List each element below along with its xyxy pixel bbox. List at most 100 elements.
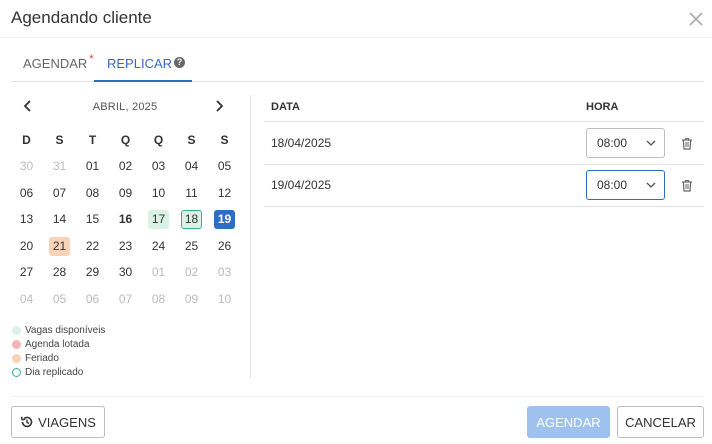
- calendar-day-number: 10: [151, 185, 166, 200]
- chevron-right-icon[interactable]: [212, 99, 226, 113]
- calendar-day[interactable]: 03: [142, 157, 175, 176]
- tab-bar: AGENDAR * REPLICAR?: [11, 44, 704, 82]
- weekday-label: T: [88, 133, 97, 148]
- trash-icon[interactable]: [681, 179, 693, 192]
- calendar-day[interactable]: 28: [43, 263, 76, 282]
- legend-item: Agenda lotada: [12, 337, 242, 351]
- legend-label: Feriado: [25, 352, 59, 364]
- calendar-day[interactable]: 27: [10, 263, 43, 282]
- weekday-label: S: [220, 133, 229, 148]
- calendar-day[interactable]: 26: [208, 237, 241, 256]
- calendar-day[interactable]: 01: [76, 157, 109, 176]
- required-marker: *: [89, 53, 94, 65]
- calendar-day[interactable]: 19: [208, 210, 241, 230]
- legend-dot-icon: [12, 325, 21, 335]
- weekday-label: S: [55, 133, 64, 148]
- calendar-day-number: 10: [217, 291, 232, 306]
- calendar-day[interactable]: 06: [76, 290, 109, 309]
- hour-select[interactable]: 08:00: [586, 170, 665, 200]
- calendar-day-number: 30: [118, 265, 133, 280]
- calendar-day-number: 01: [85, 159, 100, 174]
- calendar-day-number: 09: [118, 185, 133, 200]
- calendar-day[interactable]: 09: [175, 290, 208, 309]
- chevron-left-icon[interactable]: [21, 99, 35, 113]
- calendar-day-number: 25: [184, 238, 199, 253]
- calendar-day[interactable]: 23: [109, 237, 142, 256]
- legend-item: Dia replicado: [12, 365, 242, 379]
- tab-agendar-label: AGENDAR: [23, 56, 88, 71]
- calendar-day[interactable]: 09: [109, 184, 142, 203]
- calendar-day-number: 28: [52, 265, 67, 280]
- calendar-day-number: 29: [85, 265, 100, 280]
- calendar-day[interactable]: 12: [208, 184, 241, 203]
- calendar-day[interactable]: 20: [10, 237, 43, 256]
- calendar-day-number: 12: [217, 185, 232, 200]
- calendar-day-number: 02: [118, 159, 133, 174]
- calendar-day-number: 24: [151, 238, 166, 253]
- viagens-button-label: VIAGENS: [38, 414, 96, 430]
- calendar-day[interactable]: 03: [208, 263, 241, 282]
- calendar-day-number: 19: [214, 210, 235, 230]
- dialog-title: Agendando cliente: [11, 8, 152, 27]
- calendar-day[interactable]: 04: [175, 157, 208, 176]
- calendar-day[interactable]: 24: [142, 237, 175, 256]
- trash-icon[interactable]: [681, 137, 693, 150]
- calendar-day[interactable]: 14: [43, 210, 76, 229]
- calendar-day-number: 22: [85, 238, 100, 253]
- calendar-day[interactable]: 11: [175, 184, 208, 203]
- calendar-day[interactable]: 30: [109, 263, 142, 282]
- calendar-day[interactable]: 17: [142, 210, 175, 230]
- weekday-header-row: DSTQQSS: [10, 127, 242, 154]
- calendar-day[interactable]: 08: [76, 184, 109, 203]
- calendar-day-number: 31: [52, 159, 67, 174]
- agendar-button[interactable]: AGENDAR: [527, 406, 610, 438]
- calendar-day-number: 17: [148, 210, 169, 230]
- calendar-day[interactable]: 10: [208, 290, 241, 309]
- close-icon[interactable]: [686, 9, 706, 29]
- calendar-day-number: 18: [181, 210, 202, 230]
- calendar-day[interactable]: 01: [142, 263, 175, 282]
- calendar-day[interactable]: 02: [175, 263, 208, 282]
- calendar-day[interactable]: 04: [10, 290, 43, 309]
- hour-select[interactable]: 08:00: [586, 128, 665, 158]
- calendar-day[interactable]: 18: [175, 210, 208, 230]
- calendar-week-row: 20 21 22 23 24 25 26: [10, 233, 242, 260]
- legend-item: Feriado: [12, 351, 242, 365]
- calendar-day[interactable]: 05: [43, 290, 76, 309]
- calendar-day[interactable]: 07: [43, 184, 76, 203]
- calendar-day[interactable]: 13: [10, 210, 43, 229]
- calendar-day[interactable]: 10: [142, 184, 175, 203]
- calendar-day[interactable]: 06: [10, 184, 43, 203]
- calendar-day[interactable]: 22: [76, 237, 109, 256]
- calendar-day-number: 30: [19, 159, 34, 174]
- tab-replicar[interactable]: REPLICAR?: [94, 44, 192, 82]
- viagens-button[interactable]: VIAGENS: [11, 406, 105, 438]
- column-header-date: DATA: [271, 101, 300, 113]
- cancelar-button[interactable]: CANCELAR: [617, 406, 704, 438]
- tab-agendar[interactable]: AGENDAR *: [11, 44, 94, 82]
- chevron-down-icon: [646, 140, 656, 146]
- calendar-week-row: 30 31 01 02 03 04 05: [10, 154, 242, 181]
- calendar-day-number: 20: [19, 238, 34, 253]
- calendar-day[interactable]: 05: [208, 157, 241, 176]
- calendar-day[interactable]: 25: [175, 237, 208, 256]
- calendar-month-label: ABRIL, 2025: [92, 101, 158, 113]
- help-icon[interactable]: ?: [174, 57, 186, 68]
- vertical-divider: [250, 95, 251, 379]
- calendar-day-number: 15: [85, 212, 100, 227]
- calendar-day-number: 02: [184, 265, 199, 280]
- calendar-day[interactable]: 02: [109, 157, 142, 176]
- calendar-grid: D S T Q Q S S 30 31 01 02 03 04 05 06 07 08 09 10 11 12 13 14 1…: [10, 127, 242, 313]
- calendar-day-number: 13: [19, 212, 34, 227]
- calendar-day-number: 06: [85, 291, 100, 306]
- calendar-day[interactable]: 31: [43, 157, 76, 176]
- calendar-day[interactable]: 29: [76, 263, 109, 282]
- calendar-day[interactable]: 15: [76, 210, 109, 229]
- history-icon: [20, 416, 33, 428]
- calendar-day[interactable]: 07: [109, 290, 142, 309]
- calendar-day[interactable]: 30: [10, 157, 43, 176]
- legend-item: Vagas disponíveis: [12, 323, 242, 337]
- calendar-day[interactable]: 16: [109, 210, 142, 229]
- calendar-day[interactable]: 21: [43, 236, 76, 256]
- calendar-day[interactable]: 08: [142, 290, 175, 309]
